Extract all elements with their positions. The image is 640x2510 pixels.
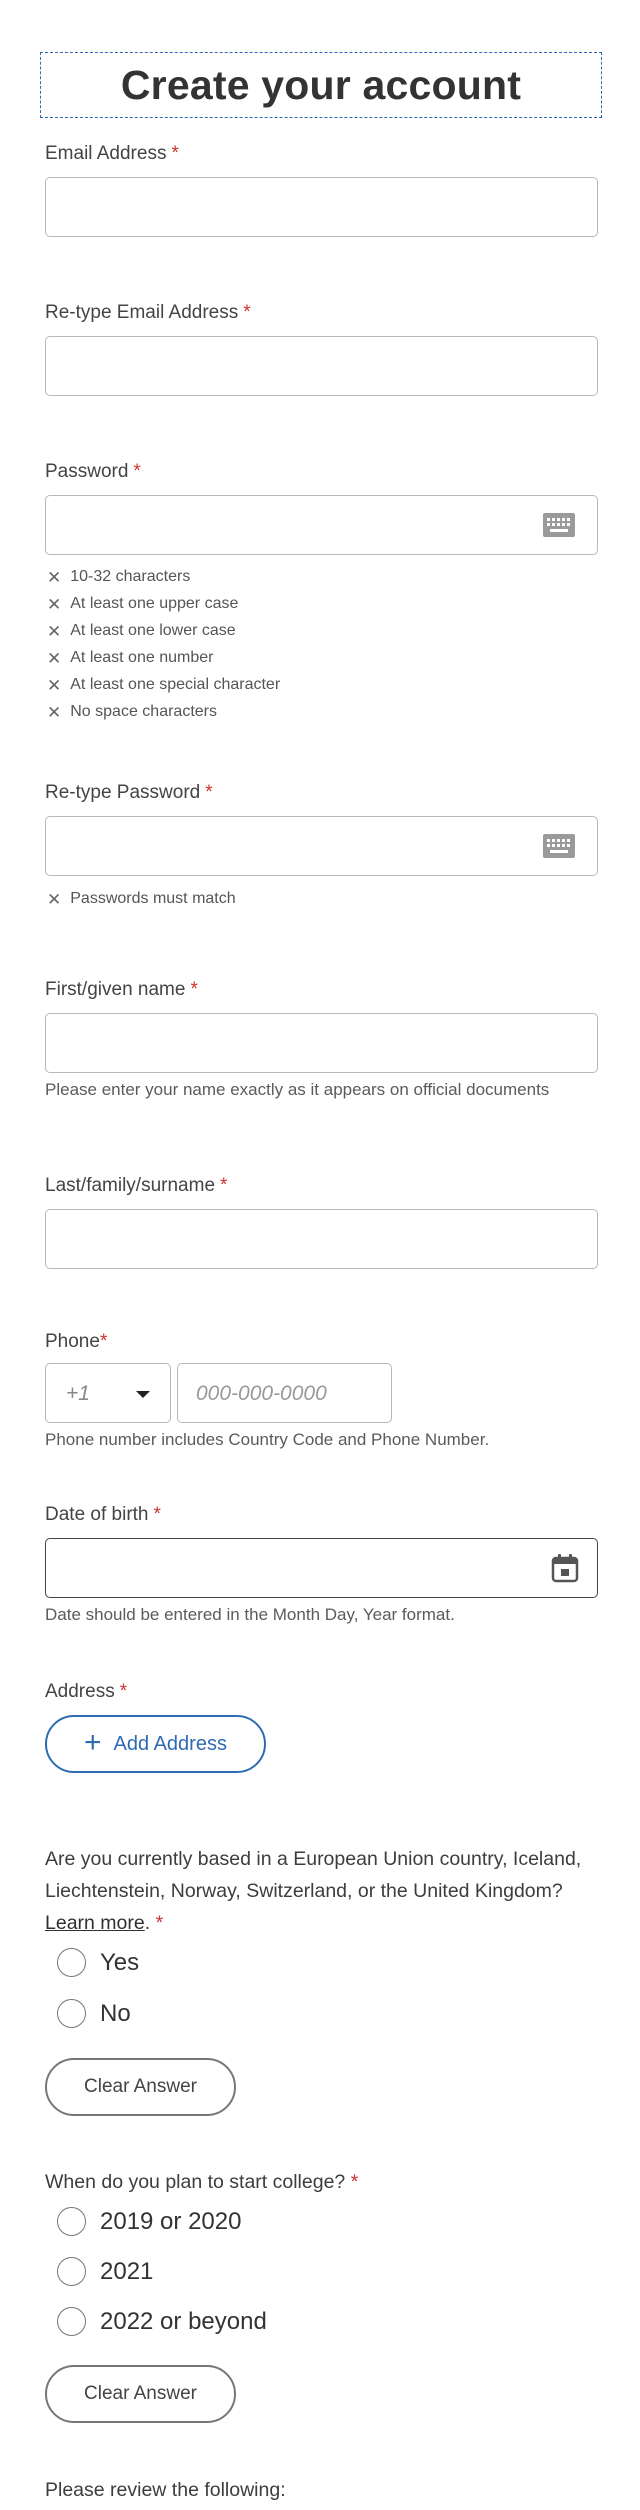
plus-icon: + [84, 1725, 102, 1759]
required-marker: * [190, 979, 198, 1000]
learn-more-link[interactable]: Learn more [45, 1912, 145, 1934]
email-field[interactable] [45, 177, 598, 237]
dob-field[interactable] [45, 1538, 598, 1598]
x-mark-icon: ✕ [47, 648, 62, 668]
x-mark-icon: ✕ [47, 594, 62, 614]
radio-option-yes[interactable]: Yes [57, 1948, 139, 1977]
retype-password-label: Re-type Password * [45, 782, 213, 803]
required-marker: * [350, 2171, 359, 2193]
phone-placeholder: 000-000-0000 [196, 1382, 327, 1405]
keyboard-icon[interactable] [543, 513, 575, 537]
eu-question-text: Are you currently based in a European Un… [45, 1848, 582, 1934]
password-rule: ✕ No space characters [47, 702, 217, 722]
chevron-down-icon [136, 1391, 150, 1398]
required-marker: * [243, 302, 251, 323]
radio-option-2019-2020[interactable]: 2019 or 2020 [57, 2207, 241, 2236]
x-mark-icon: ✕ [47, 675, 62, 695]
first-name-field[interactable] [45, 1013, 598, 1073]
required-marker: * [133, 461, 141, 482]
x-mark-icon: ✕ [47, 889, 62, 909]
clear-answer-button[interactable]: Clear Answer [45, 2058, 236, 2116]
required-marker: * [153, 1504, 161, 1525]
password-rule: ✕ At least one special character [47, 675, 281, 695]
keyboard-icon[interactable] [543, 834, 575, 858]
last-name-label: Last/family/surname * [45, 1175, 228, 1196]
retype-email-field[interactable] [45, 336, 598, 396]
password-rule: ✕ At least one number [47, 648, 214, 668]
last-name-field[interactable] [45, 1209, 598, 1269]
password-rule: ✕ At least one lower case [47, 621, 236, 641]
radio-option-2021[interactable]: 2021 [57, 2257, 153, 2286]
x-mark-icon: ✕ [47, 702, 62, 722]
radio-button[interactable] [57, 2307, 86, 2336]
required-marker: * [119, 1681, 128, 1702]
clear-answer-button[interactable]: Clear Answer [45, 2365, 236, 2423]
first-name-hint: Please enter your name exactly as it app… [45, 1080, 550, 1099]
required-marker: * [220, 1175, 228, 1196]
password-label: Password * [45, 461, 141, 482]
first-name-label: First/given name * [45, 979, 198, 1000]
add-address-button[interactable]: + Add Address [45, 1715, 266, 1773]
dob-label: Date of birth * [45, 1504, 161, 1525]
phone-label: Phone* [45, 1331, 108, 1352]
country-code-select[interactable]: +1 [45, 1363, 171, 1423]
retype-password-field[interactable] [45, 816, 598, 876]
review-text: Please review the following: [45, 2479, 286, 2501]
page-title-box: Create your account [40, 52, 602, 118]
required-marker: * [99, 1331, 108, 1352]
x-mark-icon: ✕ [47, 621, 62, 641]
radio-button[interactable] [57, 1999, 86, 2028]
phone-hint: Phone number includes Country Code and P… [45, 1430, 490, 1449]
required-marker: * [205, 782, 213, 803]
radio-button[interactable] [57, 2257, 86, 2286]
phone-number-input[interactable]: 000-000-0000 [177, 1363, 392, 1423]
dob-hint: Date should be entered in the Month Day,… [45, 1605, 455, 1624]
page-title: Create your account [120, 61, 522, 108]
country-code-value: +1 [66, 1382, 90, 1405]
password-rule: ✕ At least one upper case [47, 594, 239, 614]
password-match-rule: ✕ Passwords must match [47, 889, 236, 909]
retype-email-label: Re-type Email Address * [45, 302, 251, 323]
address-label: Address * [45, 1681, 128, 1702]
password-field[interactable] [45, 495, 598, 555]
calendar-icon[interactable] [551, 1553, 579, 1583]
college-question-text: When do you plan to start college? * [45, 2171, 359, 2193]
radio-option-2022-beyond[interactable]: 2022 or beyond [57, 2307, 267, 2336]
radio-option-no[interactable]: No [57, 1999, 131, 2028]
x-mark-icon: ✕ [47, 567, 62, 587]
email-label: Email Address * [45, 143, 179, 164]
required-marker: * [171, 143, 179, 164]
radio-button[interactable] [57, 2207, 86, 2236]
radio-button[interactable] [57, 1948, 86, 1977]
password-rule: ✕ 10-32 characters [47, 567, 191, 587]
required-marker: * [155, 1912, 164, 1934]
